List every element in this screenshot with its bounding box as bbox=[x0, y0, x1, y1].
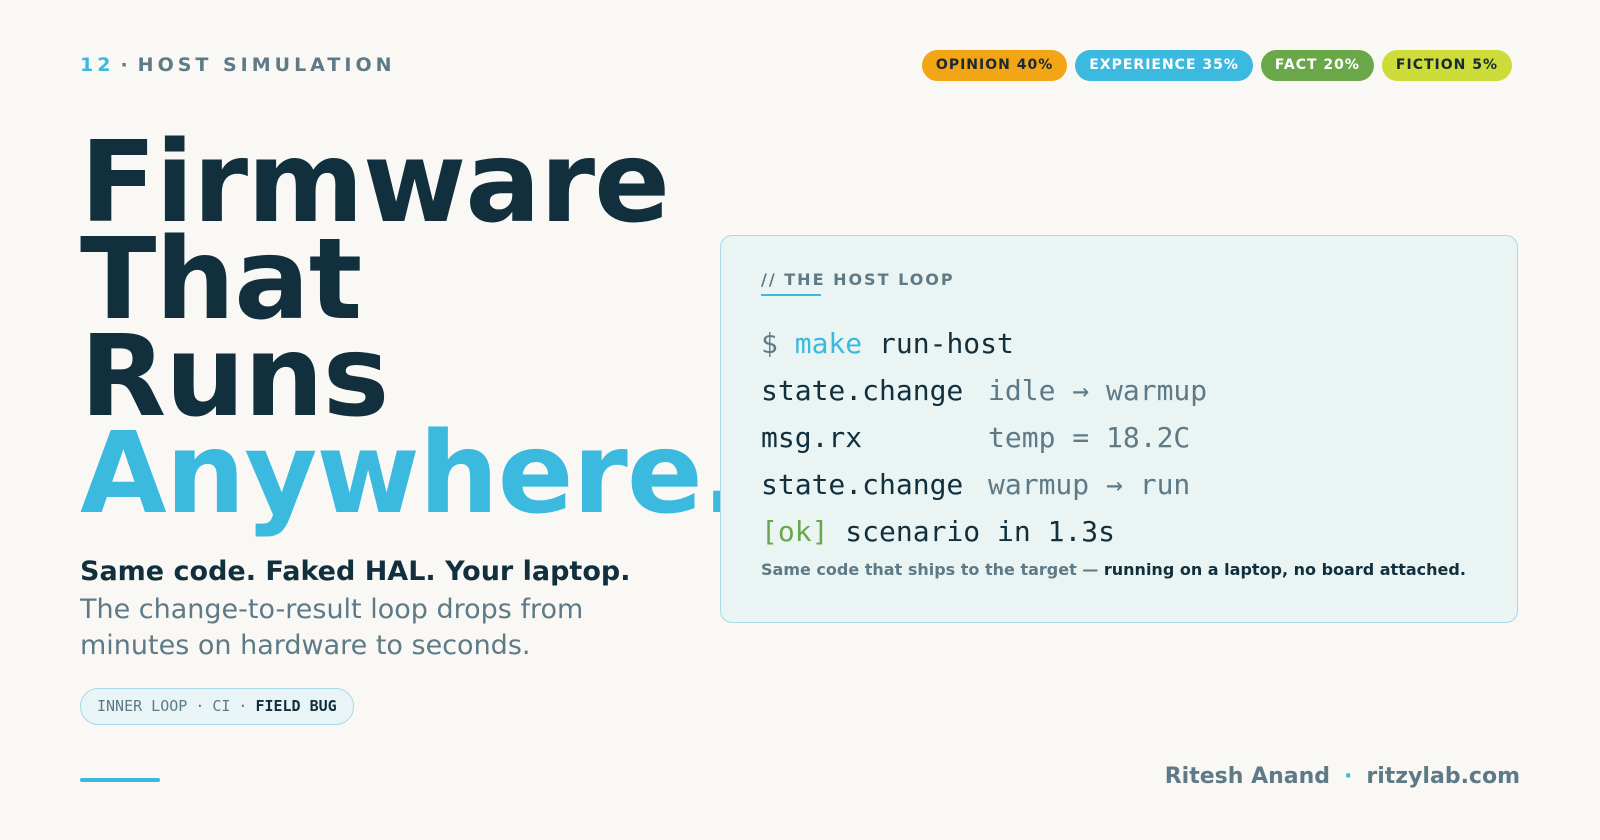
context-tags: INNER LOOP · CI · FIELD BUG bbox=[80, 688, 354, 725]
host-loop-panel: // THE HOST LOOP $ make run-host state.c… bbox=[720, 235, 1518, 623]
pill-opinion: OPINION 40% bbox=[921, 50, 1068, 81]
log-value: warmup → run bbox=[988, 468, 1191, 501]
section-separator: · bbox=[120, 54, 132, 76]
headline-accent: Anywhere. bbox=[80, 409, 744, 539]
log-line: state.change warmup → run bbox=[761, 461, 1207, 508]
subhead-text: The change-to-result loop drops from min… bbox=[80, 594, 584, 661]
pill-fact: FACT 20% bbox=[1260, 50, 1374, 81]
terminal-output: $ make run-host state.change idle → warmu… bbox=[761, 320, 1207, 555]
section-title: HOST SIMULATION bbox=[137, 54, 396, 76]
tag-inner-loop: INNER LOOP bbox=[97, 697, 188, 715]
section-number: 12 bbox=[80, 54, 115, 76]
result-line: [ok] scenario in 1.3s bbox=[761, 508, 1207, 555]
tag-field-bug: FIELD BUG bbox=[255, 697, 337, 715]
tag-separator: · bbox=[238, 697, 248, 715]
tag-ci: CI bbox=[212, 697, 231, 715]
result-text: scenario in 1.3s bbox=[845, 515, 1116, 548]
log-line: msg.rx temp = 18.2C bbox=[761, 414, 1207, 461]
ok-status: [ok] bbox=[761, 515, 829, 548]
panel-note-lead: Same code that ships to the target — bbox=[761, 560, 1099, 579]
log-key: state.change bbox=[761, 468, 964, 501]
log-value: temp = 18.2C bbox=[988, 421, 1191, 454]
footer-site[interactable]: ritzylab.com bbox=[1366, 764, 1520, 789]
command-line: $ make run-host bbox=[761, 320, 1207, 367]
panel-note: Same code that ships to the target — run… bbox=[761, 560, 1466, 579]
footer: Ritesh Anand · ritzylab.com bbox=[1165, 764, 1520, 789]
panel-title: // THE HOST LOOP bbox=[761, 270, 955, 289]
pill-experience: EXPERIENCE 35% bbox=[1075, 50, 1253, 81]
log-value: idle → warmup bbox=[988, 374, 1208, 407]
panel-title-underline bbox=[761, 294, 821, 296]
prompt-symbol: $ bbox=[761, 327, 778, 360]
log-line: state.change idle → warmup bbox=[761, 367, 1207, 414]
panel-note-strong: running on a laptop, no board attached. bbox=[1103, 560, 1466, 579]
subhead-bold: Same code. Faked HAL. Your laptop. bbox=[80, 556, 631, 587]
command-name: make bbox=[794, 327, 863, 360]
accent-rule bbox=[80, 778, 160, 782]
footer-separator: · bbox=[1344, 764, 1353, 789]
command-arg: run-host bbox=[879, 327, 1014, 360]
pill-fiction: FICTION 5% bbox=[1381, 50, 1512, 81]
tag-separator: · bbox=[195, 697, 205, 715]
category-pills: OPINION 40% EXPERIENCE 35% FACT 20% FICT… bbox=[921, 50, 1512, 81]
log-key: msg.rx bbox=[761, 421, 863, 454]
headline: Firmware That Runs Anywhere. bbox=[80, 127, 744, 539]
section-label: 12 · HOST SIMULATION bbox=[80, 54, 396, 76]
footer-author: Ritesh Anand bbox=[1164, 764, 1331, 789]
log-key: state.change bbox=[761, 374, 964, 407]
